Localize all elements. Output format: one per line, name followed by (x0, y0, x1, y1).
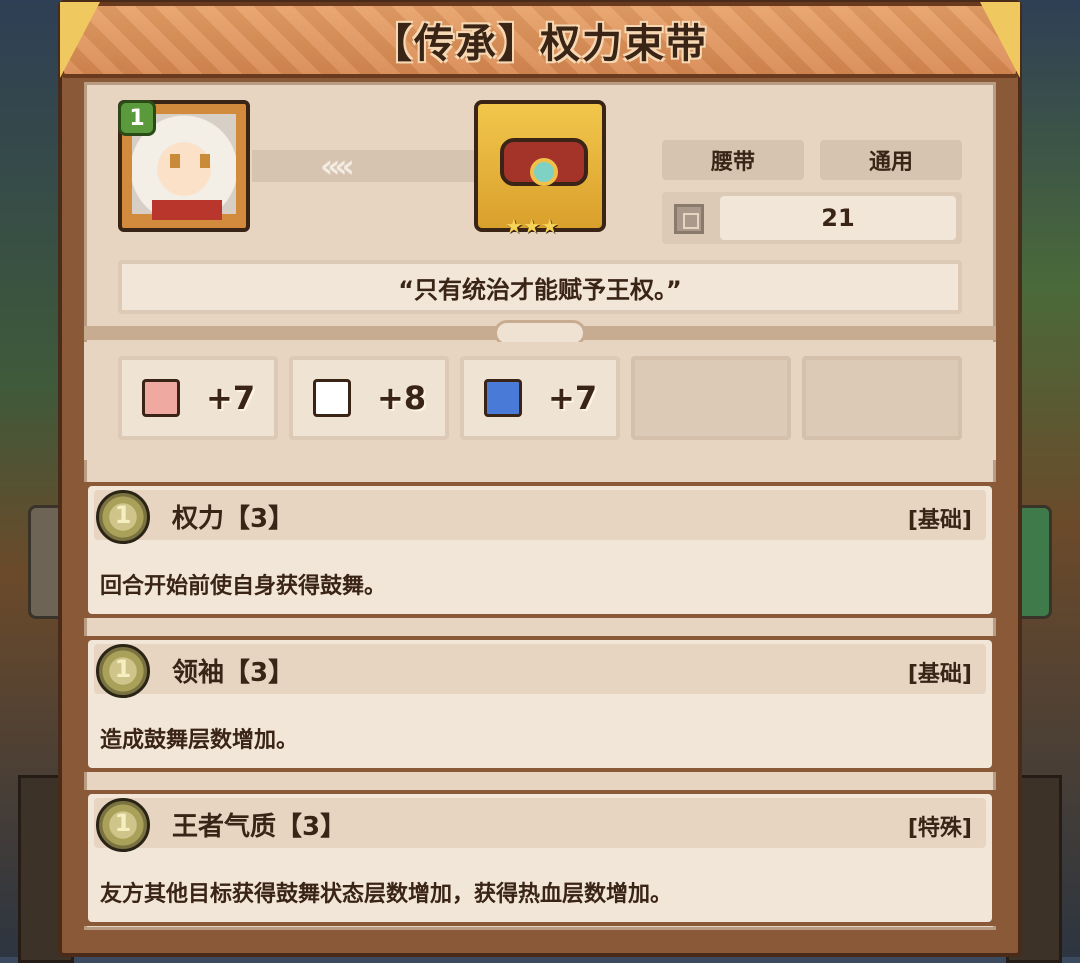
title-bar: 【传承】权力束带 (60, 2, 1020, 78)
trait-name: 王者气质【3】 (172, 812, 347, 842)
stat-slot: +7 (460, 356, 620, 440)
belt-icon[interactable] (474, 100, 606, 232)
boot-icon (484, 379, 522, 417)
star-rating: ★★★ (505, 214, 559, 238)
trait-type: [特殊] (907, 816, 972, 841)
trait-type: [基础] (907, 508, 972, 533)
hero-eye (170, 154, 180, 168)
hero-clothing (152, 200, 222, 220)
chevron-left-icon: ‹‹‹‹ (320, 147, 355, 185)
trait-card[interactable]: 王者气质【3】 [特殊] 友方其他目标获得鼓舞状态层数增加，获得热血层数增加。 (84, 790, 996, 926)
hero-eye (200, 154, 210, 168)
item-quote: “只有统治才能赋予王权。” (118, 260, 962, 314)
trait-type: [基础] (907, 662, 972, 687)
trait-level-coin-icon (96, 490, 150, 544)
corner-ornament-right (980, 2, 1020, 78)
stat-slot: +8 (289, 356, 449, 440)
fist-icon (142, 379, 180, 417)
trait-description: 友方其他目标获得鼓舞状态层数增加，获得热血层数增加。 (100, 882, 673, 907)
stat-slot-empty (631, 356, 791, 440)
trait-card[interactable]: 领袖【3】 [基础] 造成鼓舞层数增加。 (84, 636, 996, 772)
trait-card[interactable]: 权力【3】 [基础] 回合开始前使自身获得鼓舞。 (84, 482, 996, 618)
trait-name: 领袖【3】 (172, 658, 295, 688)
slot-tag: 腰带 (662, 140, 804, 180)
hero-level-badge: 1 (118, 100, 156, 136)
count-value: 21 (720, 196, 956, 240)
stat-slot: +7 (118, 356, 278, 440)
item-title: 【传承】权力束带 (372, 21, 708, 67)
grid-icon (674, 204, 704, 234)
stat-value: +7 (206, 379, 256, 417)
trait-description: 造成鼓舞层数增加。 (100, 728, 299, 753)
stat-value: +7 (548, 379, 598, 417)
stat-slot-empty (802, 356, 962, 440)
trait-level-coin-icon (96, 798, 150, 852)
trait-name: 权力【3】 (172, 504, 295, 534)
stat-value: +8 (377, 379, 427, 417)
trait-level-coin-icon (96, 644, 150, 698)
corner-ornament-left (60, 2, 100, 78)
book-icon (313, 379, 351, 417)
class-tag: 通用 (820, 140, 962, 180)
trait-description: 回合开始前使自身获得鼓舞。 (100, 574, 387, 599)
belt-gem (530, 158, 558, 186)
